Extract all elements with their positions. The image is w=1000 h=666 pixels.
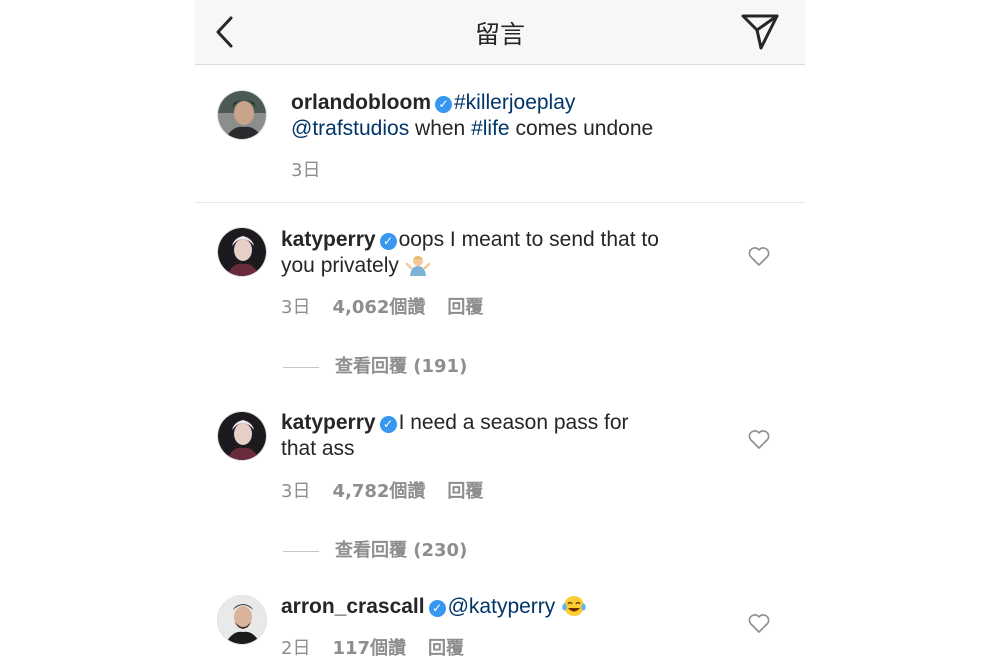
reply-button[interactable]: 回覆 xyxy=(428,634,464,660)
shrug-emoji-icon xyxy=(405,254,431,276)
heart-outline-icon[interactable] xyxy=(747,612,771,634)
caption-text-end: comes undone xyxy=(509,117,654,140)
caption-meta: 3日 xyxy=(291,156,320,182)
comment-username[interactable]: katyperry xyxy=(281,228,376,251)
verified-badge-icon: ✓ xyxy=(428,600,446,617)
avatar-katyperry[interactable] xyxy=(217,227,267,277)
comment-meta: 2日 117個讚 回覆 xyxy=(281,634,464,660)
post-caption: orlandobloom ✓ #killerjoeplay @trafstudios… xyxy=(195,66,805,203)
hashtag-link[interactable]: #killerjoeplay xyxy=(454,91,575,114)
avatar-image xyxy=(218,228,266,276)
comment-meta: 3日 4,062個讚 回覆 xyxy=(281,293,483,319)
mention-link[interactable]: @katyperry xyxy=(448,595,556,618)
comment-body-line1: oops I meant to send that to xyxy=(398,228,659,251)
comment-text: katyperry ✓ oops I meant to send that to y… xyxy=(281,227,731,279)
avatar-orlandobloom[interactable] xyxy=(217,90,267,140)
avatar-arron-crascall[interactable] xyxy=(217,595,267,645)
caption-text-mid: when xyxy=(409,117,472,140)
divider-line xyxy=(283,366,319,368)
like-count[interactable]: 4,782個讚 xyxy=(332,477,425,503)
direct-send-icon xyxy=(741,14,779,50)
mention-link[interactable]: @trafstudios xyxy=(291,117,409,140)
like-count[interactable]: 117個讚 xyxy=(332,634,406,660)
tears-of-joy-emoji-icon xyxy=(561,595,587,617)
heart-outline-icon[interactable] xyxy=(747,245,771,267)
verified-badge-icon: ✓ xyxy=(435,96,452,113)
caption-username[interactable]: orlandobloom xyxy=(291,91,431,114)
comment-text: arron_crascall ✓ @katyperry xyxy=(281,594,731,620)
reply-button[interactable]: 回覆 xyxy=(447,477,483,503)
view-replies-button[interactable]: 查看回覆 (230) xyxy=(283,536,467,562)
avatar-image xyxy=(218,91,266,139)
hashtag-link[interactable]: #life xyxy=(471,117,510,140)
top-nav-bar: 留言 xyxy=(195,0,805,65)
verified-badge-icon: ✓ xyxy=(379,416,397,433)
reply-button[interactable]: 回覆 xyxy=(447,293,483,319)
comment-body-line2: that ass xyxy=(281,437,355,460)
comment-text: katyperry ✓ I need a season pass for that … xyxy=(281,410,731,462)
comment-username[interactable]: arron_crascall xyxy=(281,595,425,618)
share-button[interactable] xyxy=(739,10,781,52)
caption-text: orlandobloom ✓ #killerjoeplay @trafstudios… xyxy=(291,90,771,142)
avatar-katyperry[interactable] xyxy=(217,411,267,461)
comment-username[interactable]: katyperry xyxy=(281,411,376,434)
view-replies-label: 查看回覆 (191) xyxy=(335,356,468,377)
comment-meta: 3日 4,782個讚 回覆 xyxy=(281,477,483,503)
heart-outline-icon[interactable] xyxy=(747,428,771,450)
divider-line xyxy=(283,550,319,552)
like-count[interactable]: 4,062個讚 xyxy=(332,293,425,319)
avatar-image xyxy=(218,596,266,644)
verified-badge-icon: ✓ xyxy=(379,233,397,250)
comments-screen: 留言 orlandobloom ✓ #killerjoeplay @trafstud… xyxy=(195,0,805,666)
view-replies-label: 查看回覆 (230) xyxy=(335,540,468,561)
comment-body-line2: you privately xyxy=(281,254,399,277)
timestamp: 3日 xyxy=(291,160,321,181)
avatar-image xyxy=(218,412,266,460)
timestamp: 3日 xyxy=(281,481,311,502)
timestamp: 2日 xyxy=(281,638,311,659)
view-replies-button[interactable]: 查看回覆 (191) xyxy=(283,352,467,378)
timestamp: 3日 xyxy=(281,297,311,318)
comment-body-line1: I need a season pass for xyxy=(398,411,629,434)
page-title: 留言 xyxy=(474,20,525,49)
